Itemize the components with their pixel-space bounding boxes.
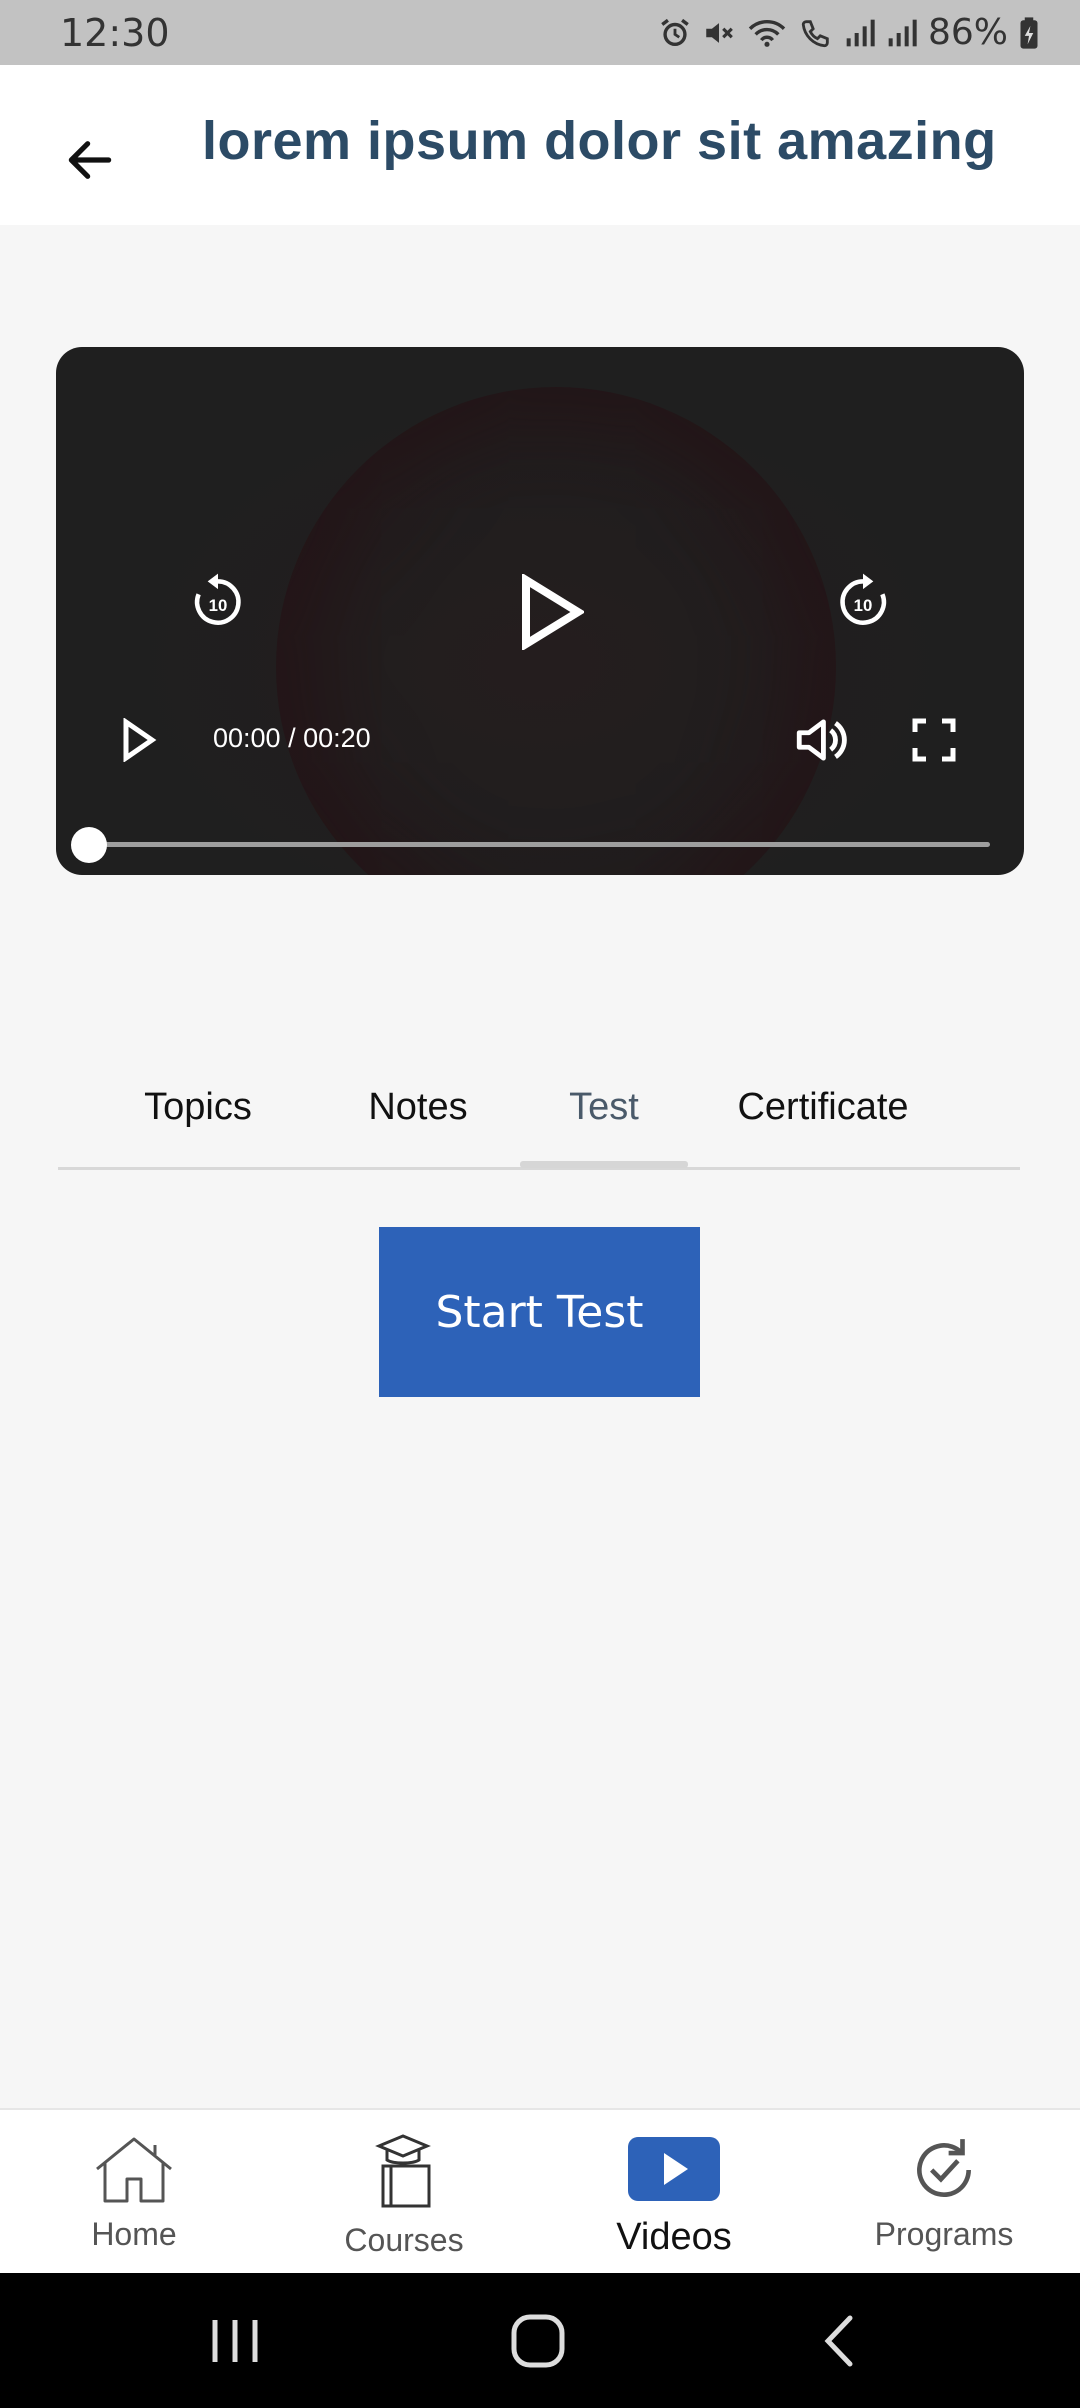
nav-item-videos[interactable]: Videos xyxy=(564,2130,784,2270)
nav-item-courses[interactable]: Courses xyxy=(294,2130,514,2270)
forward-10-icon: 10 xyxy=(840,573,887,625)
play-button[interactable] xyxy=(506,567,596,657)
arrow-left-icon xyxy=(68,141,112,179)
page-title: lorem ipsum dolor sit amazing xyxy=(202,111,997,171)
play-icon xyxy=(522,574,584,650)
volume-button[interactable] xyxy=(786,705,856,775)
system-nav-bar xyxy=(0,2273,1080,2408)
system-back-button[interactable] xyxy=(805,2308,870,2373)
seek-bar[interactable] xyxy=(90,842,990,847)
nav-item-programs[interactable]: Programs xyxy=(834,2130,1054,2270)
forward-10-label: 10 xyxy=(854,596,873,615)
tab-topics[interactable]: Topics xyxy=(118,1072,278,1142)
nav-item-home[interactable]: Home xyxy=(24,2130,244,2270)
tab-certificate[interactable]: Certificate xyxy=(718,1072,928,1142)
fullscreen-button[interactable] xyxy=(901,707,967,773)
status-bar: 12:30 86% xyxy=(0,0,1080,65)
programs-icon xyxy=(907,2130,981,2210)
forward-10-button[interactable]: 10 xyxy=(828,567,898,637)
app-bar: lorem ipsum dolor sit amazing xyxy=(0,65,1080,225)
system-home-button[interactable] xyxy=(500,2308,575,2373)
start-test-button[interactable]: Start Test xyxy=(379,1227,700,1397)
back-button[interactable] xyxy=(50,120,130,200)
battery-charging-icon xyxy=(1020,16,1038,49)
courses-icon xyxy=(369,2130,439,2210)
small-play-button[interactable] xyxy=(111,710,166,770)
tab-indicator xyxy=(520,1161,688,1168)
home-circle-icon xyxy=(511,2314,564,2367)
home-icon xyxy=(91,2130,177,2210)
video-time: 00:00 / 00:20 xyxy=(213,723,371,753)
nav-label-programs: Programs xyxy=(874,2216,1014,2252)
mute-icon xyxy=(706,22,733,43)
signal-icon xyxy=(888,19,917,46)
seek-thumb[interactable] xyxy=(71,827,107,863)
wifi-calling-icon xyxy=(801,19,829,47)
recent-apps-button[interactable] xyxy=(200,2308,270,2373)
volume-icon xyxy=(796,719,847,761)
tab-bar: Topics Notes Test Certificate xyxy=(58,1060,1020,1170)
video-icon xyxy=(626,2130,722,2210)
nav-label-home: Home xyxy=(91,2216,177,2252)
video-player[interactable]: 10 10 00:00 / 00:20 xyxy=(56,347,1024,875)
replay-10-button[interactable]: 10 xyxy=(183,567,253,637)
fullscreen-icon xyxy=(912,718,956,762)
status-time: 12:30 xyxy=(60,10,170,55)
bottom-nav: Home Courses Videos Programs xyxy=(0,2108,1080,2273)
wifi-icon xyxy=(748,19,786,47)
nav-label-courses: Courses xyxy=(344,2222,464,2258)
replay-10-label: 10 xyxy=(209,596,228,615)
replay-10-icon: 10 xyxy=(194,573,241,625)
alarm-icon xyxy=(661,18,689,46)
signal-icon xyxy=(846,19,875,46)
nav-label-videos: Videos xyxy=(616,2216,732,2258)
play-icon xyxy=(123,718,156,762)
tab-notes[interactable]: Notes xyxy=(358,1072,478,1142)
tab-test[interactable]: Test xyxy=(520,1072,688,1142)
battery-percent: 86% xyxy=(927,12,1008,53)
recent-apps-icon xyxy=(212,2319,258,2362)
status-icons: 86% xyxy=(658,12,1040,53)
chevron-left-icon xyxy=(824,2315,852,2366)
